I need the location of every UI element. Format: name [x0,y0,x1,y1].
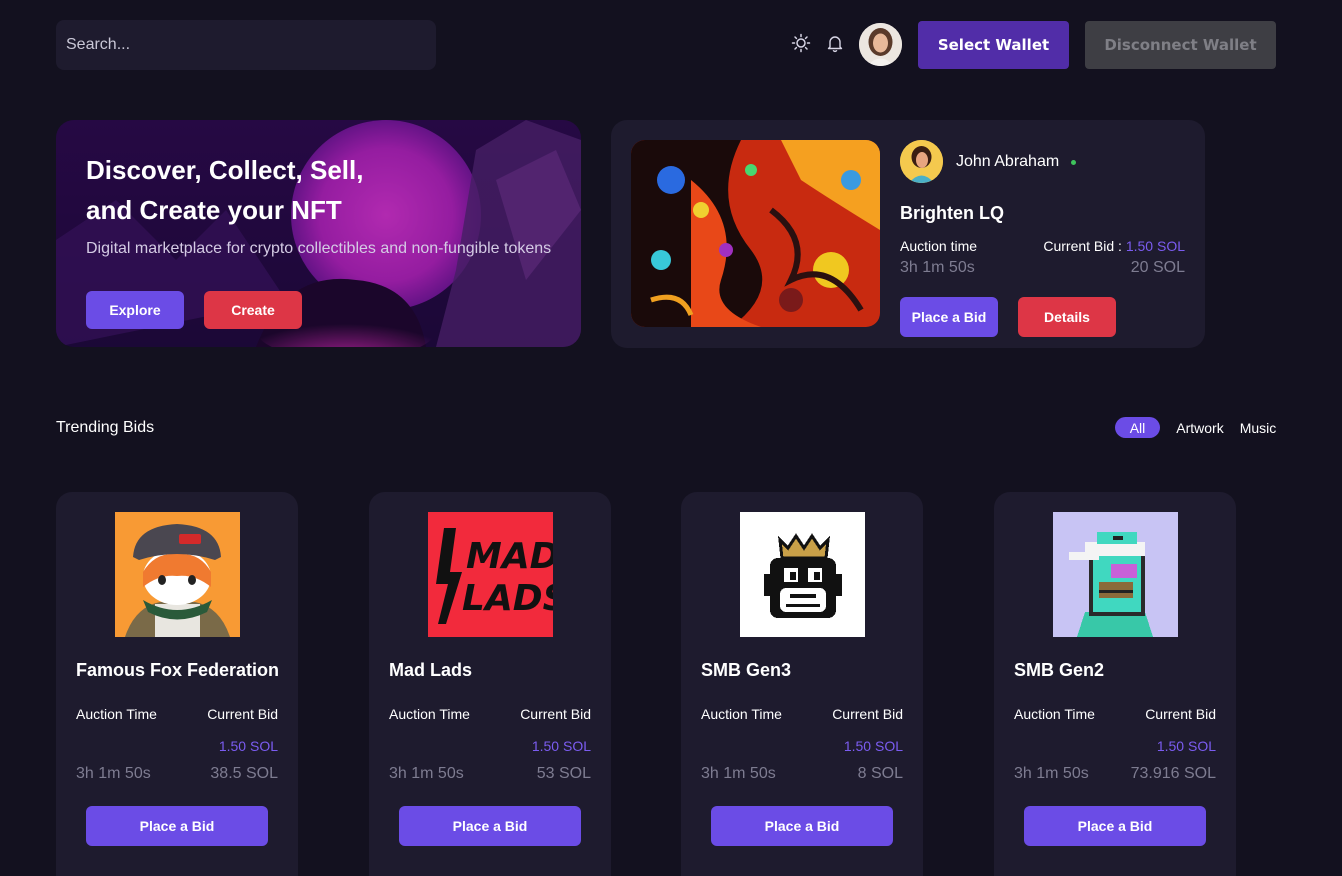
current-bid-label: Current Bid [207,706,278,722]
disconnect-wallet-button[interactable]: Disconnect Wallet [1085,21,1276,69]
auction-time-value: 3h 1m 50s [1014,765,1089,782]
current-bid-value: 53 SOL [536,765,591,782]
featured-nft-image [631,140,880,327]
smb-gen2-image [1053,512,1178,637]
place-bid-button[interactable]: Place a Bid [86,806,268,846]
famous-fox-image [115,512,240,637]
auction-time-label: Auction Time [76,706,157,722]
card-title: SMB Gen2 [1014,660,1105,680]
auction-time-label: Auction Time [1014,706,1095,722]
filter-artwork[interactable]: Artwork [1172,417,1228,438]
select-wallet-button[interactable]: Select Wallet [918,21,1069,69]
mad-lads-logo-line1: MAD [466,536,553,577]
place-bid-button[interactable]: Place a Bid [399,806,581,846]
filter-all[interactable]: All [1115,417,1160,438]
featured-auction-card: John Abraham Brighten LQ Auction time Cu… [611,120,1205,348]
current-bid-sol: 1.50 SOL [1156,738,1216,754]
auction-time-label: Auction Time [389,706,470,722]
card-title: Mad Lads [389,660,473,680]
filter-music[interactable]: Music [1236,417,1280,438]
card-title: SMB Gen3 [701,660,792,680]
featured-nft-title: Brighten LQ [900,203,1004,223]
hero-subtitle: Digital marketplace for crypto collectib… [86,240,552,257]
trending-bids-heading: Trending Bids [56,419,155,436]
featured-details-button[interactable]: Details [1018,297,1116,337]
current-bid-sol: 1.50 SOL [531,738,591,754]
place-bid-button[interactable]: Place a Bid [711,806,893,846]
auction-time-value: 3h 1m 50s [389,765,464,782]
current-bid-value: 73.916 SOL [1130,765,1216,782]
creator-name[interactable]: John Abraham [956,153,1059,171]
current-bid-label: Current Bid [1145,706,1216,722]
online-status-dot [1071,160,1076,165]
bell-icon[interactable] [825,33,845,53]
mad-lads-image: MAD LADS [428,512,553,637]
auction-time-label: Auction Time [701,706,782,722]
auction-time-value: 3h 1m 50s [900,259,975,276]
search-input[interactable] [56,20,436,70]
current-bid-label: Current Bid [832,706,903,722]
hero-title: Discover, Collect, Sell, and Create your… [86,150,486,230]
hero-title-line1: Discover, Collect, Sell, [86,155,364,185]
current-bid-value: 38.5 SOL [210,765,278,782]
hero-banner: Discover, Collect, Sell, and Create your… [56,120,581,347]
nft-card-famous-fox[interactable]: Famous Fox Federation Auction Time Curre… [56,492,298,876]
current-bid-value: 20 SOL [1130,259,1185,276]
featured-place-bid-button[interactable]: Place a Bid [900,297,998,337]
auction-time-label: Auction time [900,238,978,254]
current-bid-label: Current Bid [520,706,591,722]
nft-card-smb-gen2[interactable]: SMB Gen2 Auction Time Current Bid 1.50 S… [994,492,1236,876]
mad-lads-logo-line2: LADS [462,578,553,619]
explore-button[interactable]: Explore [86,291,184,329]
card-title: Famous Fox Federation [76,660,280,680]
hero-title-line2: and Create your NFT [86,195,342,225]
creator-avatar[interactable] [900,140,943,183]
current-bid-value: 8 SOL [857,765,903,782]
user-avatar[interactable] [859,23,902,66]
place-bid-button[interactable]: Place a Bid [1024,806,1206,846]
auction-time-value: 3h 1m 50s [76,765,151,782]
nft-card-mad-lads[interactable]: MAD LADS Mad Lads Auction Time Current B… [369,492,611,876]
current-bid-sol: 1.50 SOL [843,738,903,754]
nft-card-smb-gen3[interactable]: SMB Gen3 Auction Time Current Bid 1.50 S… [681,492,923,876]
sun-icon[interactable] [791,33,811,53]
smb-gen3-image [740,512,865,637]
auction-time-value: 3h 1m 50s [701,765,776,782]
current-bid-sol: 1.50 SOL [1125,238,1185,254]
current-bid-label: Current Bid : 1.50 SOL [1043,238,1185,254]
current-bid-sol: 1.50 SOL [218,738,278,754]
create-button[interactable]: Create [204,291,302,329]
current-bid-text: Current Bid : [1043,238,1122,254]
